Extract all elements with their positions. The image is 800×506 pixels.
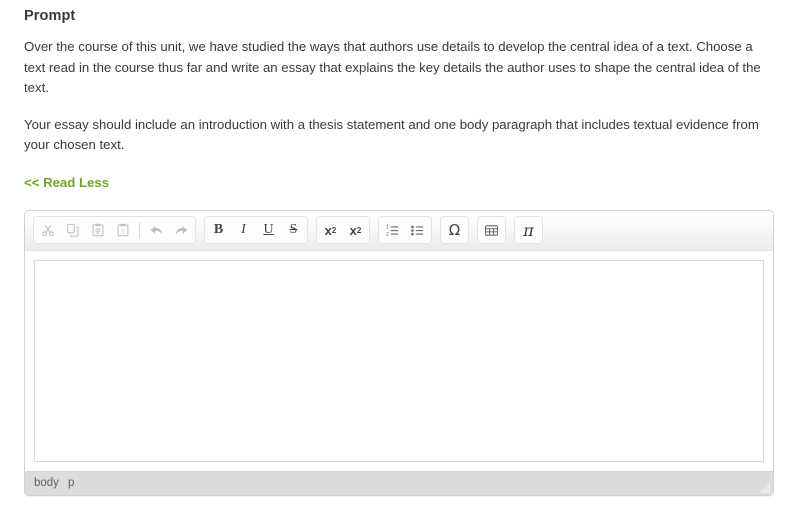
- svg-text:1: 1: [386, 224, 389, 230]
- elements-path-body[interactable]: body: [34, 477, 59, 489]
- toolbar-group-script: x2 x2: [316, 216, 370, 244]
- read-less-link[interactable]: << Read Less: [24, 175, 109, 190]
- subscript-icon[interactable]: x2: [318, 217, 343, 243]
- elements-path: body p: [34, 477, 74, 489]
- omega-icon[interactable]: Ω: [442, 217, 467, 243]
- page-title: Prompt: [24, 8, 76, 24]
- numbered-list-icon[interactable]: 1 2: [380, 217, 405, 243]
- svg-text:T: T: [121, 230, 125, 236]
- editor-resize-grip[interactable]: [755, 478, 771, 494]
- editor-status-bar: body p: [25, 470, 773, 495]
- essay-text-area[interactable]: [34, 259, 764, 462]
- page-root: Prompt Over the course of this unit, we …: [0, 0, 800, 506]
- strikethrough-icon[interactable]: S: [281, 217, 306, 243]
- rich-text-editor: T B I U S x 2 x 2 1 2 Ω π body p: [24, 209, 774, 496]
- italic-icon[interactable]: I: [231, 217, 256, 243]
- toolbar-group-special-character: Ω: [440, 216, 469, 244]
- prompt-paragraph-1: Over the course of this unit, we have st…: [24, 39, 761, 95]
- toolbar-group-text-style: B I U S: [204, 216, 308, 244]
- prompt-paragraph-2: Your essay should include an introductio…: [24, 116, 759, 153]
- toolbar-group-lists: 1 2: [378, 216, 432, 244]
- cut-icon[interactable]: [35, 217, 60, 243]
- editor-wrapper: T B I U S x 2 x 2 1 2 Ω π body p: [0, 192, 800, 496]
- bulleted-list-icon[interactable]: [405, 217, 430, 243]
- elements-path-p[interactable]: p: [68, 477, 74, 489]
- prompt-section: Prompt Over the course of this unit, we …: [0, 0, 800, 192]
- redo-icon[interactable]: [169, 217, 194, 243]
- toolbar-group-math: π: [514, 216, 543, 244]
- paste-icon[interactable]: [85, 217, 110, 243]
- pi-math-icon[interactable]: π: [516, 217, 541, 243]
- undo-icon[interactable]: [144, 217, 169, 243]
- svg-text:2: 2: [386, 231, 389, 237]
- superscript-icon[interactable]: x2: [343, 217, 368, 243]
- underline-icon[interactable]: U: [256, 217, 281, 243]
- table-icon[interactable]: [479, 217, 504, 243]
- bold-icon[interactable]: B: [206, 217, 231, 243]
- copy-icon[interactable]: [60, 217, 85, 243]
- paste-as-text-icon[interactable]: T: [110, 217, 135, 243]
- toolbar-group-clipboard-history: T: [33, 216, 196, 244]
- editor-toolbar: T B I U S x 2 x 2 1 2 Ω π: [25, 210, 773, 251]
- toolbar-group-table: [477, 216, 506, 244]
- toolbar-separator: [139, 222, 140, 238]
